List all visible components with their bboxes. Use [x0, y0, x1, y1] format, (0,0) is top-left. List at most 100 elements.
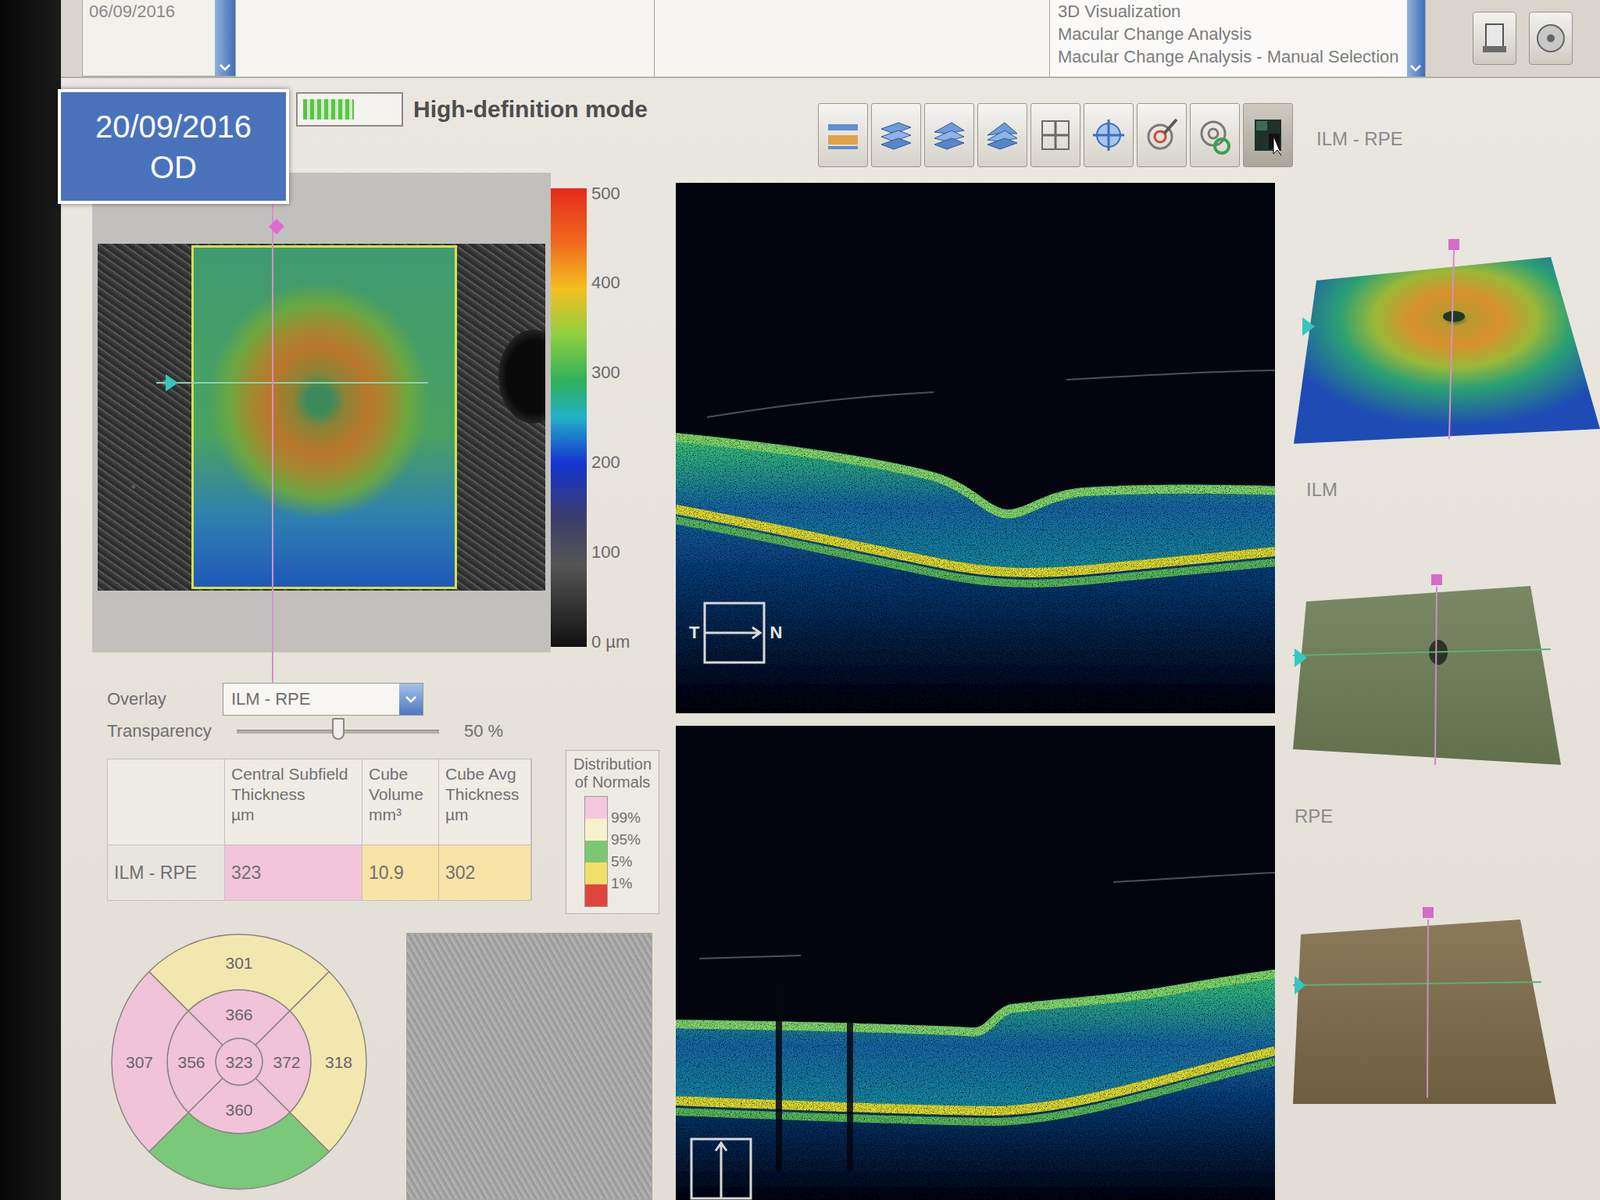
scan-direction-icon — [689, 1136, 754, 1200]
hd-indicator-fill — [303, 99, 354, 120]
slider-thumb[interactable] — [332, 717, 345, 740]
svg-text:307: 307 — [125, 1053, 154, 1072]
screen: 06/09/20163D VisualizationMacular Change… — [60, 0, 1600, 1200]
tool-button[interactable] — [977, 103, 1028, 168]
view-3d: RPE — [1292, 805, 1600, 1104]
hd-mode-label: High-definition mode — [413, 96, 648, 123]
app-window: 06/09/20163D VisualizationMacular Change… — [0, 0, 1600, 1200]
export-button[interactable] — [1472, 11, 1517, 65]
scan-marker[interactable] — [165, 374, 179, 392]
svg-text:356: 356 — [177, 1053, 205, 1072]
color-scale-ticks: 5004003002001000 µm — [591, 183, 630, 653]
date-list[interactable]: 06/09/2016 — [82, 0, 236, 77]
b-scan[interactable] — [675, 725, 1275, 1200]
legend-swatch — [585, 884, 608, 907]
scroll-button[interactable] — [214, 0, 236, 76]
legend-swatch — [585, 840, 608, 863]
tool-button[interactable] — [1136, 103, 1187, 168]
layers-c-icon — [984, 113, 1021, 158]
screen-bezel — [0, 0, 61, 1200]
table-cell: 302 — [439, 845, 532, 900]
fundus-row: 5004003002001000 µm — [92, 172, 676, 653]
chevron-down-icon — [1410, 64, 1422, 72]
disc-icon — [1535, 22, 1567, 54]
tool-button[interactable] — [1189, 103, 1240, 168]
table-cell: 10.9 — [362, 845, 440, 900]
bottom-row: 323366372360356301318307 — [110, 932, 676, 1200]
document-icon — [1481, 21, 1508, 56]
svg-text:366: 366 — [225, 1005, 253, 1024]
layers-b-icon — [931, 113, 968, 158]
row-label: ILM - RPE — [107, 845, 225, 900]
fundus-panel[interactable] — [92, 172, 551, 653]
table-header: Central SubfieldThicknessµm — [225, 759, 363, 846]
top-actions — [1472, 0, 1573, 77]
analysis-list[interactable]: 3D VisualizationMacular Change AnalysisM… — [1050, 0, 1426, 77]
overlay-select[interactable]: ILM - RPE — [222, 682, 424, 716]
chevron-down-icon — [405, 695, 417, 704]
svg-text:318: 318 — [325, 1053, 353, 1072]
top-bar: 06/09/20163D VisualizationMacular Change… — [60, 0, 1600, 79]
horizontal-scan-line[interactable] — [156, 382, 429, 384]
view-3d: ILM - RPE — [1292, 128, 1600, 450]
rpe-surface-icon[interactable] — [1292, 903, 1600, 1104]
tool-button[interactable] — [1030, 103, 1081, 168]
layers-a-icon — [878, 113, 915, 158]
normals-legend: Distribution of Normals99%95%5%1% — [565, 750, 660, 915]
etdrs-sector: 307 — [111, 971, 189, 1153]
scale-tick: 400 — [591, 272, 630, 293]
svg-text:360: 360 — [225, 1100, 253, 1119]
view-label: ILM - RPE — [1316, 128, 1600, 150]
select-button[interactable] — [399, 683, 423, 715]
b-scan[interactable]: TN — [675, 182, 1275, 714]
date-eye-badge: 20/09/2016OD — [57, 89, 290, 204]
scan-column: TN — [675, 78, 1293, 1200]
thickness-map — [191, 245, 458, 590]
main-area: High-definition mode5004003002001000 µmO… — [60, 78, 1600, 1200]
view-label: RPE — [1294, 805, 1600, 828]
table-cell: 323 — [225, 845, 363, 900]
disc-button[interactable] — [1528, 11, 1573, 65]
measure-icon — [825, 113, 861, 158]
badge-date: 20/09/2016 — [95, 106, 252, 147]
scale-tick: 100 — [591, 542, 630, 563]
tool-button[interactable] — [1083, 103, 1134, 168]
legend-labels: 99%95%5%1% — [610, 807, 641, 908]
transparency-slider[interactable] — [236, 729, 440, 734]
exam-date[interactable]: 06/09/2016 — [82, 0, 215, 76]
svg-text:372: 372 — [272, 1053, 300, 1072]
table-header: CubeVolumemm³ — [362, 759, 440, 846]
legend-label: 1% — [610, 872, 641, 895]
ilm-surface-icon[interactable] — [1292, 571, 1600, 772]
scan-view-icon — [1250, 113, 1286, 158]
oct-scan-image — [675, 182, 1275, 714]
analysis-item[interactable]: 3D Visualization — [1057, 0, 1400, 23]
fundus-image — [97, 243, 546, 591]
info-panel — [654, 0, 1050, 77]
overlay-label: Overlay — [107, 689, 223, 710]
overlay-value: ILM - RPE — [223, 689, 400, 710]
tool-button[interactable] — [1242, 103, 1293, 168]
etdrs-grid: 323366372360356301318307 — [110, 932, 368, 1191]
thickness-table: Central SubfieldThicknessµmCubeVolumemm³… — [107, 758, 533, 901]
thickness-3d-icon[interactable] — [1292, 234, 1600, 450]
view-3d: ILM — [1292, 478, 1600, 772]
analysis-item[interactable]: Macular Change Analysis — [1057, 22, 1400, 46]
toolbar — [675, 103, 1293, 168]
scan-orientation — [689, 1136, 754, 1200]
tool-button[interactable] — [924, 103, 975, 168]
tool-button[interactable] — [817, 103, 868, 168]
metrics-row: Central SubfieldThicknessµmCubeVolumemm³… — [107, 750, 676, 925]
analysis-item[interactable]: Macular Change Analysis - Manual Selecti… — [1057, 45, 1400, 68]
view-label: ILM — [1306, 478, 1600, 501]
badge-eye: OD — [150, 146, 197, 188]
scale-tick: 300 — [591, 362, 630, 383]
scale-tick: 0 µm — [591, 632, 630, 653]
optic-disc — [498, 329, 546, 424]
legend-swatch — [585, 796, 608, 819]
scale-tick: 200 — [591, 452, 630, 473]
legend-swatch — [585, 818, 608, 841]
views-3d: ILM - RPE ILM RPE — [1292, 78, 1600, 1200]
scroll-button[interactable] — [1407, 0, 1425, 77]
tool-button[interactable] — [871, 103, 922, 168]
